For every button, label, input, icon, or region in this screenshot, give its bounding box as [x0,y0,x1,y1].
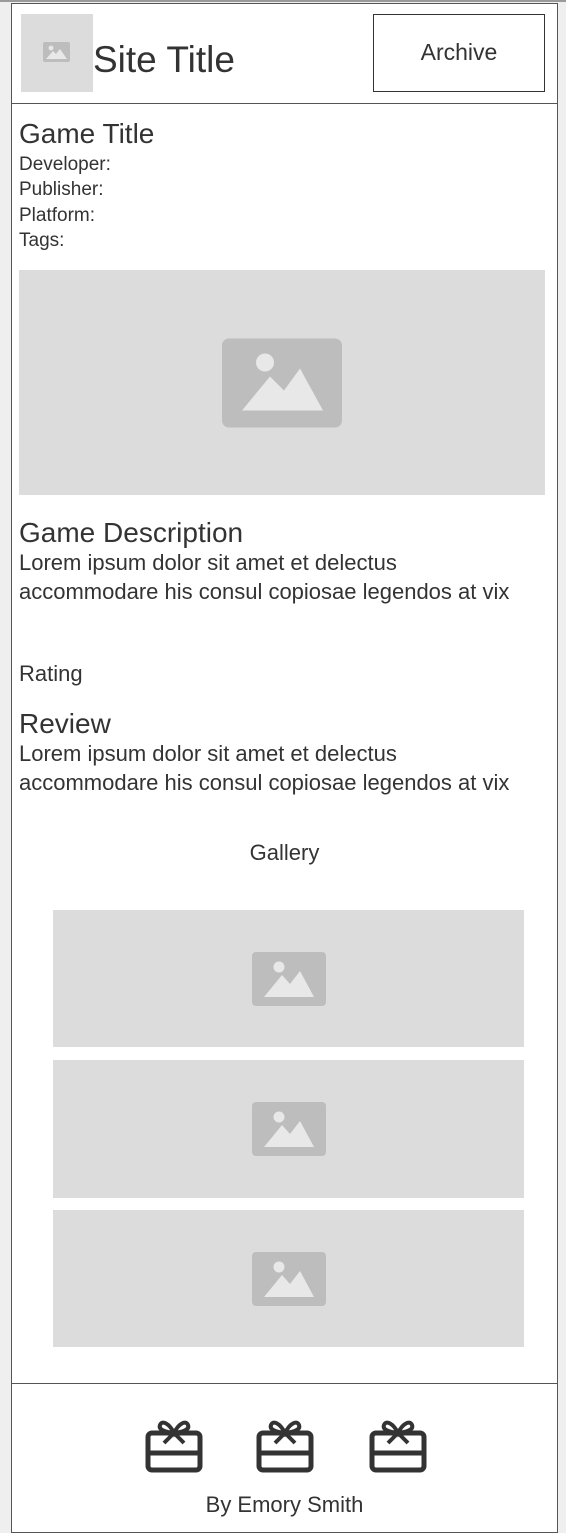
site-title[interactable]: Site Title [93,40,235,80]
developer-label: Developer: [19,154,111,175]
gallery-heading: Gallery [249,840,320,865]
site-logo[interactable] [21,14,93,92]
review-text: Lorem ipsum dolor sit amet et delectus a… [19,741,510,795]
gallery-image-3[interactable] [53,1210,524,1347]
tags-label: Tags: [19,230,65,251]
footer-credit: By Emory Smith [205,1492,364,1517]
archive-button[interactable]: Archive [373,14,545,92]
image-icon [251,1102,326,1156]
header-divider [12,103,557,104]
gift-icon[interactable] [256,1417,314,1473]
image-icon [222,338,342,427]
window-top-edge [0,0,566,2]
image-icon [251,951,326,1006]
publisher-label: Publisher: [19,179,104,200]
image-icon [251,1251,326,1306]
gallery-image-1[interactable] [53,910,524,1047]
description-text: Lorem ipsum dolor sit amet et delectus a… [19,550,510,604]
page-frame: Site Title Archive Game Title Developer:… [11,3,558,1533]
rating-label: Rating [19,661,83,686]
gallery-image-2[interactable] [53,1060,524,1198]
game-title: Game Title [19,118,155,149]
gift-icon[interactable] [145,1417,203,1473]
game-hero-image [19,270,545,495]
description-heading: Game Description [19,517,244,548]
image-icon [43,42,70,62]
platform-label: Platform: [19,205,96,226]
footer-divider [12,1383,557,1384]
review-heading: Review [19,708,111,739]
gift-icon[interactable] [369,1417,427,1473]
